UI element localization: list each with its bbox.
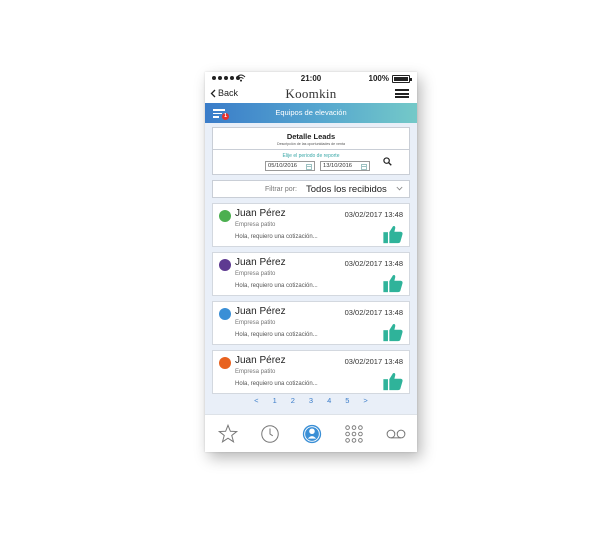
lead-date: 03/02/2017 13:48 — [344, 259, 403, 268]
status-dot — [219, 308, 231, 320]
status-dot — [219, 357, 231, 369]
phone-screen: 21:00 100% Back Koomkin 1 Equipos de ele… — [205, 72, 417, 452]
lead-name: Juan Pérez — [235, 306, 286, 317]
clock-icon[interactable] — [259, 423, 281, 445]
nav-bar: Back Koomkin — [205, 86, 417, 102]
filter-list-icon[interactable]: 1 — [213, 108, 229, 120]
lead-name: Juan Pérez — [235, 257, 286, 268]
lead-card[interactable]: Juan Pérez 03/02/2017 13:48 Empresa patito… — [212, 301, 410, 345]
grid-icon[interactable] — [343, 423, 365, 445]
star-icon[interactable] — [217, 423, 239, 445]
lead-message: Hola, requiero una cotización... — [235, 381, 318, 387]
status-bar: 21:00 100% — [205, 72, 417, 86]
lead-detail-panel: Detalle Leads Descripción de las oportun… — [212, 127, 410, 175]
lead-company: Empresa patito — [235, 222, 276, 228]
user-icon[interactable] — [301, 423, 323, 445]
lead-message: Hola, requiero una cotización... — [235, 332, 318, 338]
lead-name: Juan Pérez — [235, 355, 286, 366]
search-icon[interactable] — [383, 157, 392, 166]
pagination: < 1 2 3 4 5 > — [205, 396, 417, 410]
thumbs-up-icon[interactable] — [382, 272, 404, 294]
lead-date: 03/02/2017 13:48 — [344, 308, 403, 317]
lead-date: 03/02/2017 13:48 — [344, 357, 403, 366]
date-from-value: 05/10/2016 — [268, 163, 298, 169]
lead-company: Empresa patito — [235, 271, 276, 277]
date-to-value: 13/10/2016 — [323, 163, 353, 169]
next-page-button[interactable]: > — [362, 396, 368, 410]
date-from-field[interactable]: 05/10/2016 — [265, 161, 315, 171]
notification-badge: 1 — [222, 113, 229, 120]
chevron-down-icon — [396, 186, 403, 191]
divider — [213, 149, 409, 150]
lead-name: Juan Pérez — [235, 208, 286, 219]
lead-company: Empresa patito — [235, 320, 276, 326]
section-title-bar: 1 Equipos de elevación — [205, 103, 417, 123]
battery-icon — [392, 75, 412, 83]
status-dot — [219, 259, 231, 271]
date-to-field[interactable]: 13/10/2016 — [320, 161, 370, 171]
lead-card[interactable]: Juan Pérez 03/02/2017 13:48 Empresa patito… — [212, 203, 410, 247]
thumbs-up-icon[interactable] — [382, 321, 404, 343]
thumbs-up-icon[interactable] — [382, 223, 404, 245]
lead-date: 03/02/2017 13:48 — [344, 210, 403, 219]
thumbs-up-icon[interactable] — [382, 370, 404, 392]
lead-card[interactable]: Juan Pérez 03/02/2017 13:48 Empresa patito… — [212, 350, 410, 394]
section-title: Equipos de elevación — [275, 108, 347, 117]
calendar-icon[interactable] — [361, 163, 367, 170]
page-2-button[interactable]: 2 — [290, 396, 296, 410]
page-3-button[interactable]: 3 — [308, 396, 314, 410]
filter-value: Todos los recibidos — [306, 183, 387, 195]
page-1-button[interactable]: 1 — [272, 396, 278, 410]
app-logo: Koomkin — [285, 86, 337, 101]
calendar-icon[interactable] — [306, 163, 312, 170]
filter-label: Filtrar por: — [265, 186, 297, 193]
hamburger-menu-icon[interactable] — [395, 89, 409, 98]
panel-subtitle: Descripción de las oportunidades de vent… — [277, 142, 345, 146]
panel-title: Detalle Leads — [286, 132, 336, 141]
tab-bar — [205, 414, 417, 452]
battery-percent: 100% — [368, 74, 389, 83]
main-content: Detalle Leads Descripción de las oportun… — [205, 123, 417, 414]
lead-company: Empresa patito — [235, 369, 276, 375]
page-5-button[interactable]: 5 — [344, 396, 350, 410]
voicemail-icon[interactable] — [385, 423, 407, 445]
status-dot — [219, 210, 231, 222]
lead-card[interactable]: Juan Pérez 03/02/2017 13:48 Empresa patito… — [212, 252, 410, 296]
filter-dropdown[interactable]: Filtrar por: Todos los recibidos — [212, 180, 410, 198]
lead-message: Hola, requiero una cotización... — [235, 283, 318, 289]
lead-message: Hola, requiero una cotización... — [235, 234, 318, 240]
period-label: Elije el periodo de reporte — [282, 153, 340, 159]
prev-page-button[interactable]: < — [253, 396, 259, 410]
page-4-button[interactable]: 4 — [326, 396, 332, 410]
